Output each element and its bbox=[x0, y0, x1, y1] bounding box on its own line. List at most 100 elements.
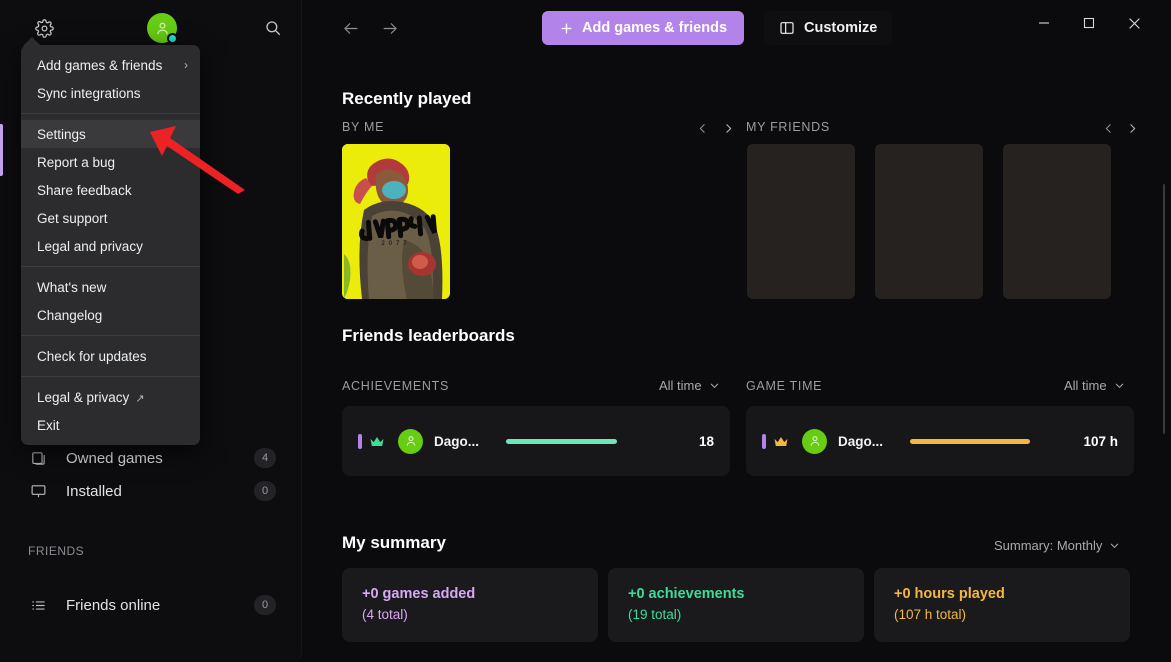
sidebar-item-count: 0 bbox=[254, 481, 276, 501]
sidebar-item-label: Owned games bbox=[66, 449, 163, 467]
summary-card-main: +0 achievements bbox=[628, 586, 745, 602]
close-button[interactable] bbox=[1112, 0, 1157, 46]
maximize-button[interactable] bbox=[1066, 0, 1111, 46]
summary-card-hours-played[interactable]: +0 hours played (107 h total) bbox=[874, 568, 1130, 642]
menu-item-label: Legal and privacy bbox=[37, 238, 143, 254]
by-me-next-button[interactable] bbox=[718, 118, 738, 138]
menu-item-sync-integrations[interactable]: Sync integrations bbox=[21, 79, 200, 107]
achievements-timeframe-value: All time bbox=[659, 378, 702, 393]
menu-item-label: Add games & friends bbox=[37, 57, 163, 73]
back-button[interactable] bbox=[338, 16, 362, 40]
menu-item-check-for-updates[interactable]: Check for updates bbox=[21, 342, 200, 370]
menu-separator bbox=[21, 113, 200, 114]
game-time-timeframe-value: All time bbox=[1064, 378, 1107, 393]
by-me-label: BY ME bbox=[342, 120, 385, 134]
menu-separator bbox=[21, 376, 200, 377]
menu-item-settings[interactable]: Settings bbox=[21, 120, 200, 148]
leaderboard-progress-fill bbox=[506, 438, 617, 444]
sidebar-item-count: 4 bbox=[254, 448, 276, 468]
rank-indicator bbox=[358, 433, 362, 449]
top-bar: Add games & friends Customize bbox=[302, 0, 1171, 56]
leaderboard-progress-track bbox=[910, 438, 1064, 444]
menu-item-label: Get support bbox=[37, 210, 108, 226]
menu-item-share-feedback[interactable]: Share feedback bbox=[21, 176, 200, 204]
leaderboard-value: 107 h bbox=[1083, 433, 1118, 449]
my-friends-label: MY FRIENDS bbox=[746, 120, 830, 134]
summary-card-main: +0 games added bbox=[362, 586, 476, 602]
my-friends-next-button[interactable] bbox=[1122, 118, 1142, 138]
chevron-down-icon bbox=[710, 383, 718, 388]
my-friends-prev-button[interactable] bbox=[1098, 118, 1118, 138]
menu-item-label: Share feedback bbox=[37, 182, 132, 198]
game-time-label: GAME TIME bbox=[746, 379, 823, 393]
friend-card-placeholder[interactable] bbox=[1003, 144, 1111, 299]
achievements-leaderboard-panel: Dago... 18 bbox=[342, 406, 730, 476]
by-me-prev-button[interactable] bbox=[692, 118, 712, 138]
leaderboard-name: Dago... bbox=[434, 433, 480, 449]
summary-card-sub: (19 total) bbox=[628, 607, 682, 622]
menu-separator bbox=[21, 266, 200, 267]
vertical-scrollbar[interactable] bbox=[1163, 184, 1165, 434]
summary-card-sub: (4 total) bbox=[362, 607, 408, 622]
friend-card-placeholder[interactable] bbox=[747, 144, 855, 299]
menu-item-label: Settings bbox=[37, 126, 86, 142]
forward-button[interactable] bbox=[378, 16, 402, 40]
external-link-icon: ↗ bbox=[135, 392, 145, 405]
menu-item-label: Legal & privacy ↗ bbox=[37, 389, 145, 405]
sidebar-section-friends: FRIENDS bbox=[28, 544, 85, 558]
menu-item-label: What's new bbox=[37, 279, 107, 295]
customize-label: Customize bbox=[804, 20, 878, 36]
my-summary-title: My summary bbox=[342, 533, 446, 552]
summary-card-main: +0 hours played bbox=[894, 586, 1005, 602]
menu-separator bbox=[21, 335, 200, 336]
add-games-friends-button[interactable]: Add games & friends bbox=[542, 11, 745, 45]
friend-card-placeholder[interactable] bbox=[875, 144, 983, 299]
leaderboard-name: Dago... bbox=[838, 433, 884, 449]
menu-item-get-support[interactable]: Get support bbox=[21, 204, 200, 232]
leaderboard-row[interactable]: Dago... 107 h bbox=[746, 406, 1134, 476]
menu-item-label: Sync integrations bbox=[37, 85, 141, 101]
summary-period-value: Summary: Monthly bbox=[994, 538, 1103, 553]
game-time-timeframe-dropdown[interactable]: All time bbox=[1064, 378, 1125, 393]
chevron-down-icon bbox=[1115, 383, 1123, 388]
scroll-content: Recently played BY ME MY FRIENDS 2077 Fr… bbox=[302, 56, 1171, 662]
menu-item-report-a-bug[interactable]: Report a bug bbox=[21, 148, 200, 176]
active-nav-indicator bbox=[0, 124, 3, 176]
menu-item-legal-privacy[interactable]: Legal & privacy ↗ bbox=[21, 383, 200, 411]
chevron-down-icon bbox=[1111, 543, 1119, 548]
menu-item-exit[interactable]: Exit bbox=[21, 411, 200, 439]
list-icon bbox=[28, 595, 48, 615]
game-card-cyberpunk[interactable]: 2077 bbox=[342, 144, 450, 299]
friends-leaderboards-title: Friends leaderboards bbox=[342, 326, 515, 345]
achievements-label: ACHIEVEMENTS bbox=[342, 379, 450, 393]
menu-item-add-games-friends[interactable]: Add games & friends › bbox=[21, 51, 200, 79]
sidebar-item-friends-online[interactable]: Friends online 0 bbox=[14, 586, 290, 624]
leaderboard-avatar bbox=[802, 428, 827, 454]
layout-panel-icon bbox=[779, 20, 795, 36]
leaderboard-progress-track bbox=[506, 438, 660, 444]
summary-card-achievements[interactable]: +0 achievements (19 total) bbox=[608, 568, 864, 642]
minimize-button[interactable] bbox=[1021, 0, 1066, 46]
sidebar-item-count: 0 bbox=[254, 595, 276, 615]
menu-item-label: Exit bbox=[37, 417, 60, 433]
summary-period-dropdown[interactable]: Summary: Monthly bbox=[994, 538, 1120, 553]
crown-icon bbox=[773, 435, 789, 448]
leaderboard-value: 18 bbox=[698, 433, 714, 449]
menu-item-changelog[interactable]: Changelog bbox=[21, 301, 200, 329]
svg-text:2077: 2077 bbox=[381, 241, 410, 247]
leaderboard-row[interactable]: Dago... 18 bbox=[342, 406, 730, 476]
summary-card-games-added[interactable]: +0 games added (4 total) bbox=[342, 568, 598, 642]
menu-item-label: Changelog bbox=[37, 307, 103, 323]
status-badge bbox=[167, 33, 178, 44]
customize-button[interactable]: Customize bbox=[764, 11, 893, 45]
menu-item-legal-and-privacy[interactable]: Legal and privacy bbox=[21, 232, 200, 260]
menu-item-what-s-new[interactable]: What's new bbox=[21, 273, 200, 301]
rank-indicator bbox=[762, 433, 766, 449]
avatar[interactable] bbox=[147, 13, 178, 44]
sidebar-item-installed[interactable]: Installed 0 bbox=[14, 472, 290, 510]
main-content: Add games & friends Customize Recently p… bbox=[302, 0, 1171, 662]
achievements-timeframe-dropdown[interactable]: All time bbox=[659, 378, 720, 393]
summary-card-sub: (107 h total) bbox=[894, 607, 967, 622]
copy-stack-icon bbox=[28, 448, 48, 468]
search-icon[interactable] bbox=[259, 14, 287, 42]
